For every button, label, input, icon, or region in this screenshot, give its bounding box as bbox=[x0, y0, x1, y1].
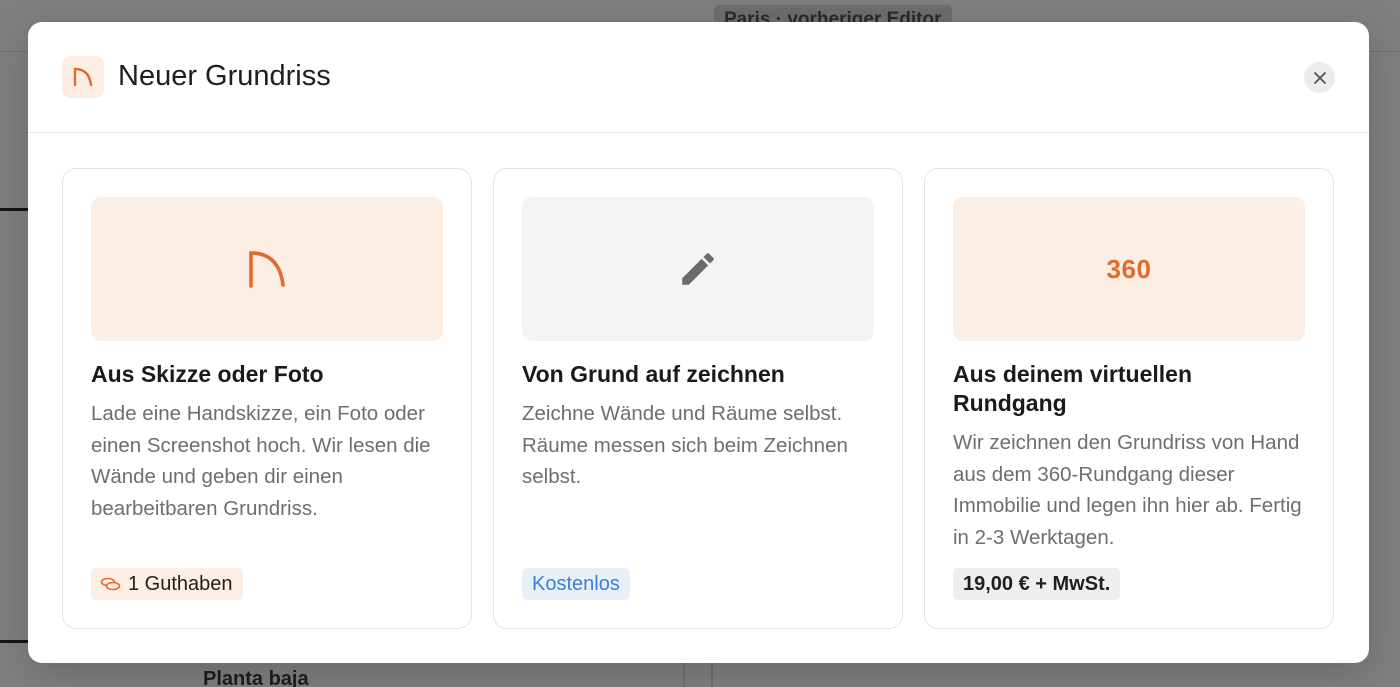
badge-label: 1 Guthaben bbox=[128, 573, 233, 595]
option-card-draw[interactable]: Von Grund auf zeichnen Zeichne Wände und… bbox=[493, 168, 903, 629]
option-cards: Aus Skizze oder Foto Lade eine Handskizz… bbox=[62, 168, 1335, 629]
tour-360-label: 360 bbox=[1106, 253, 1152, 284]
option-card-virtual-tour[interactable]: 360 Aus deinem virtuellen Rundgang Wir z… bbox=[924, 168, 1334, 629]
credit-badge: 1 Guthaben bbox=[91, 568, 243, 600]
close-button[interactable] bbox=[1304, 62, 1335, 93]
card-visual bbox=[522, 197, 874, 341]
new-floorplan-dialog: Neuer Grundriss Aus Skizze oder Foto Lad… bbox=[28, 22, 1369, 663]
floorplan-arc-icon bbox=[62, 56, 104, 98]
close-icon bbox=[1313, 71, 1326, 84]
card-description: Zeichne Wände und Räume selbst. Räume me… bbox=[522, 402, 848, 488]
card-title: Aus deinem virtuellen Rundgang bbox=[953, 361, 1193, 416]
card-description: Wir zeichnen den Grundriss von Hand aus … bbox=[953, 431, 1302, 549]
price-badge: 19,00 € + MwSt. bbox=[953, 568, 1121, 600]
card-description: Lade eine Handskizze, ein Foto oder eine… bbox=[91, 402, 431, 520]
background-floor-label: Planta baja bbox=[203, 668, 309, 687]
card-visual bbox=[91, 197, 443, 341]
option-card-sketch-photo[interactable]: Aus Skizze oder Foto Lade eine Handskizz… bbox=[62, 168, 472, 629]
pencil-icon bbox=[682, 253, 714, 285]
background-wall-line bbox=[0, 640, 30, 643]
coins-icon bbox=[100, 576, 122, 592]
card-visual: 360 bbox=[953, 197, 1305, 341]
background-wall-line bbox=[0, 208, 30, 211]
free-badge: Kostenlos bbox=[522, 568, 630, 600]
floorplan-arc-icon bbox=[249, 251, 285, 288]
dialog-title: Neuer Grundriss bbox=[118, 60, 331, 92]
card-title: Von Grund auf zeichnen bbox=[522, 361, 785, 387]
card-title: Aus Skizze oder Foto bbox=[91, 361, 324, 387]
dialog-header: Neuer Grundriss bbox=[28, 22, 1369, 133]
